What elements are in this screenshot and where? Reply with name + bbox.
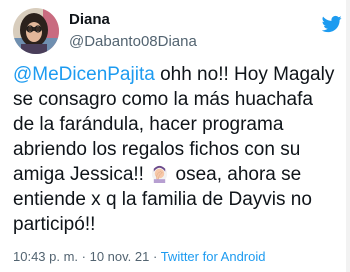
tweet-line: de la farándula, hacer programa <box>13 114 284 135</box>
meta-separator: · <box>78 249 90 264</box>
tweet-source-link[interactable]: Twitter for Android <box>161 249 266 264</box>
tweet-date[interactable]: 10 nov. 21 <box>90 249 150 264</box>
tweet-meta: 10:43 p. m. · 10 nov. 21 · Twitter for A… <box>13 249 265 264</box>
tweet-card: Diana @Dabanto08Diana @MeDicenPajita ohh… <box>0 0 350 272</box>
twitter-bird-icon[interactable] <box>322 14 342 34</box>
tweet-line-text: ohh no!! Hoy Magaly <box>154 64 335 85</box>
tweet-line: abriendo los regalos fichos con su <box>13 139 301 160</box>
woman-facepalming-emoji <box>152 165 168 183</box>
meta-separator: · <box>149 249 161 264</box>
tweet-time[interactable]: 10:43 p. m. <box>13 249 78 264</box>
display-name[interactable]: Diana <box>69 11 110 28</box>
tweet-line: amiga Jessica!! osea, ahora se <box>13 162 346 187</box>
avatar[interactable] <box>13 8 59 54</box>
tweet-line: participó!! <box>13 214 96 235</box>
mention-link[interactable]: @MeDicenPajita <box>13 64 155 85</box>
tweet-text: @MeDicenPajita ohh no!! Hoy Magaly se co… <box>13 62 346 237</box>
avatar-image <box>13 8 59 54</box>
tweet-line: se consagro como la más huachafa <box>13 89 313 110</box>
tweet-line-text: osea, ahora se <box>170 164 302 185</box>
tweet-line: @MeDicenPajita ohh no!! Hoy Magaly <box>13 62 346 87</box>
user-handle[interactable]: @Dabanto08Diana <box>69 33 197 50</box>
tweet-line: entiende x q la familia de Dayvis no <box>13 189 312 210</box>
scrollbar[interactable] <box>346 0 350 272</box>
tweet-line-text: amiga Jessica!! <box>13 164 150 185</box>
